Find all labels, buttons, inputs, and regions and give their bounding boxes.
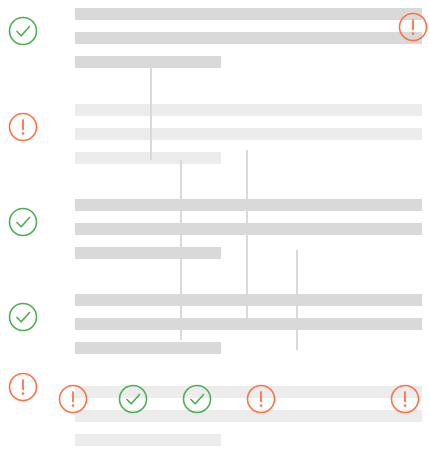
alert-circle-icon [8,372,38,402]
check-circle-icon [182,384,212,414]
alert-circle-icon [246,384,276,414]
divider [150,60,152,160]
list-item [0,195,429,285]
skeleton-line [75,294,422,306]
skeleton-line [75,104,422,116]
check-circle-icon [8,16,38,46]
list-item [0,4,429,94]
check-circle-icon [8,302,38,332]
list-item [0,100,429,190]
check-circle-icon [8,207,38,237]
skeleton-line [75,8,422,20]
alert-circle-icon [398,12,428,42]
divider [296,250,298,350]
skeleton-line [75,342,221,354]
alert-circle-icon [58,384,88,414]
skeleton-line [75,32,422,44]
skeleton-line [75,56,221,68]
alert-circle-icon [8,112,38,142]
divider [246,150,248,330]
skeleton-line [75,152,221,164]
skeleton-line [75,223,422,235]
skeleton-line [75,318,422,330]
skeleton-line [75,434,221,446]
skeleton-line [75,128,422,140]
skeleton-line [75,247,221,259]
skeleton-line [75,199,422,211]
check-circle-icon [118,384,148,414]
alert-circle-icon [390,384,420,414]
divider [180,160,182,340]
